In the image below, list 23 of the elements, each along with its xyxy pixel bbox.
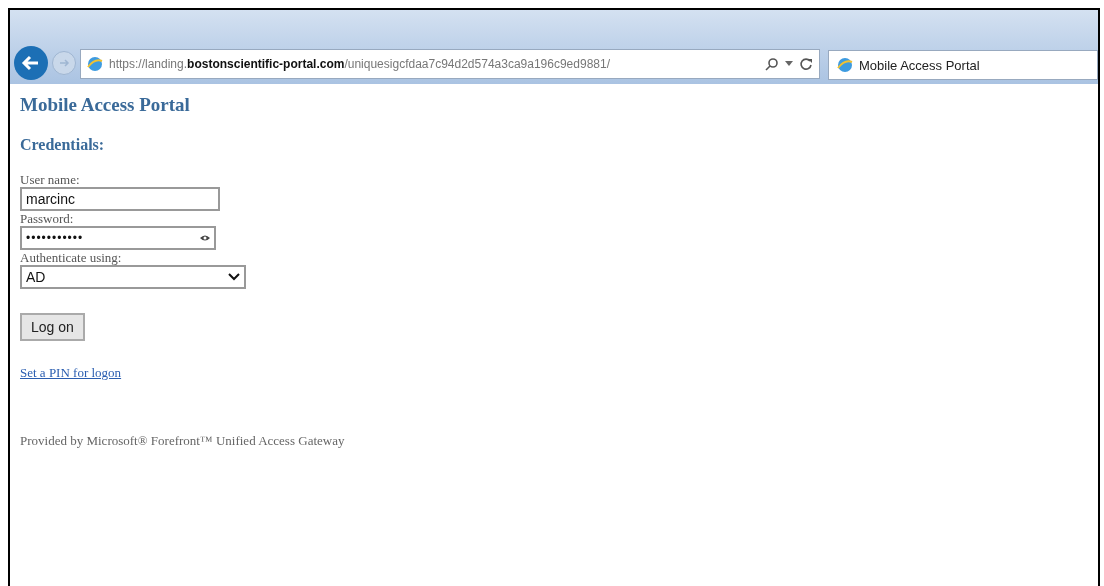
address-bar[interactable]: https://landing.bostonscientific-portal.com/uniquesigcfdaa7c94d2d574a3ca9a196c9ed9881/	[80, 49, 820, 79]
refresh-icon[interactable]	[799, 57, 813, 71]
browser-tab[interactable]: Mobile Access Portal	[828, 50, 1098, 80]
field-label: User name:	[20, 172, 80, 187]
section-heading: Credentials:	[20, 136, 105, 154]
password-field[interactable]: •••••••••••	[20, 226, 216, 250]
chevron-icon[interactable]	[228, 273, 240, 281]
select-field[interactable]: AD	[20, 265, 246, 289]
browser-logo-icon	[87, 56, 103, 72]
field-label: Password:	[20, 211, 74, 226]
back-arrow-icon	[21, 53, 41, 73]
search-icon[interactable]	[765, 57, 779, 71]
field-label: Authenticate using:	[20, 250, 122, 265]
log-on-button[interactable]: Log on	[20, 313, 85, 341]
reveal-icon[interactable]	[200, 234, 210, 242]
page-title: Mobile Access Portal	[20, 94, 190, 116]
back-button[interactable]	[14, 46, 48, 80]
input-field[interactable]: marcinc	[20, 187, 220, 211]
forward-arrow-icon	[58, 57, 70, 69]
footer-text: Provided by Microsoft® Forefront™ Unified Access Gateway	[20, 433, 345, 449]
browser-logo-icon	[837, 57, 853, 73]
pin-link[interactable]: Set a PIN for logon	[20, 365, 122, 381]
dropdown-icon[interactable]	[785, 61, 793, 67]
